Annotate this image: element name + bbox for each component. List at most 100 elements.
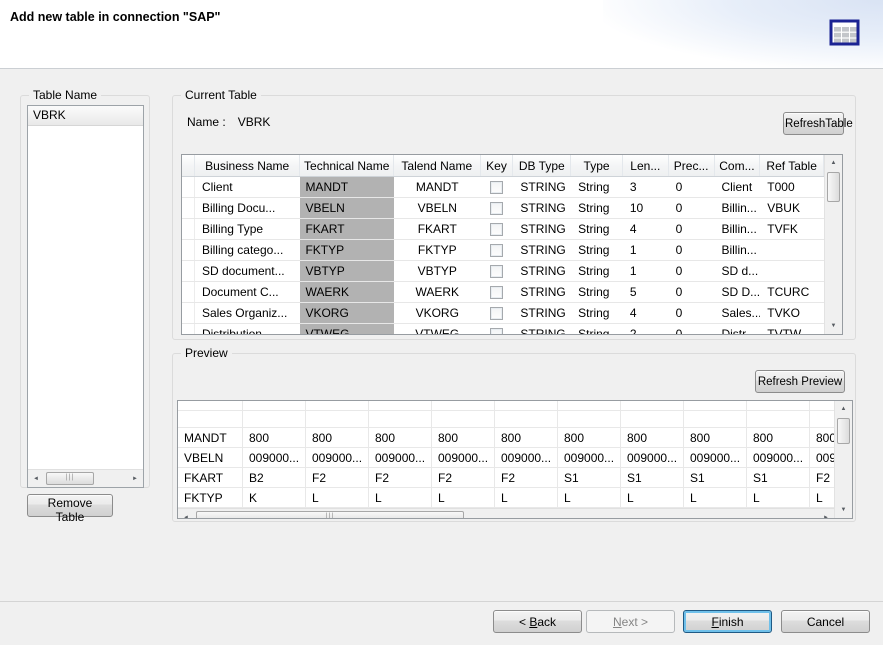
remove-table-button[interactable]: Remove Table <box>27 494 113 517</box>
table-name-group-label: Table Name <box>29 88 101 102</box>
cell-business-name: Sales Organiz... <box>195 303 301 323</box>
key-checkbox[interactable] <box>490 328 503 335</box>
cell-length: 10 <box>623 198 669 218</box>
preview-cell: 800 <box>558 428 621 447</box>
column-header-ref-table[interactable]: Ref Table <box>760 155 824 176</box>
current-table-vscrollbar[interactable]: ▲ ▼ <box>824 155 842 334</box>
preview-row[interactable]: VBELN 009000... 009000... 009000... 0090… <box>178 448 834 468</box>
preview-cell: F2 <box>495 468 558 487</box>
table-name-list-item[interactable]: VBRK <box>28 106 143 126</box>
table-list-hscrollbar[interactable]: ◄ ||| ► <box>28 469 143 487</box>
preview-cell: 009000... <box>621 448 684 467</box>
column-header-precision[interactable]: Prec... <box>669 155 715 176</box>
column-header-talend-name[interactable]: Talend Name <box>394 155 481 176</box>
preview-cell: L <box>621 488 684 507</box>
preview-cell: 800 <box>747 428 810 447</box>
next-label-rest: ext > <box>622 615 648 629</box>
cell-technical-name: VBELN <box>300 198 394 218</box>
cell-key <box>481 219 514 239</box>
table-name-group: Table Name VBRK ◄ ||| ► <box>20 95 150 488</box>
row-header-cell <box>182 219 195 239</box>
table-row[interactable]: Billing catego... FKTYP FKTYP STRING Str… <box>182 240 824 261</box>
key-checkbox[interactable] <box>490 244 503 257</box>
preview-vscrollbar[interactable]: ▲ ▼ <box>834 401 852 518</box>
cell-comment: Billin... <box>714 198 760 218</box>
scroll-down-icon[interactable]: ▼ <box>825 318 842 334</box>
preview-cell: 800 <box>684 428 747 447</box>
cell-comment: SD d... <box>714 261 760 281</box>
preview-empty-row <box>178 411 834 428</box>
table-row[interactable]: Billing Docu... VBELN VBELN STRING Strin… <box>182 198 824 219</box>
vscrollbar-thumb[interactable] <box>837 418 850 444</box>
table-name-list[interactable]: VBRK ◄ ||| ► <box>27 105 144 488</box>
footer-separator <box>0 601 883 602</box>
cell-db-type: STRING <box>513 303 571 323</box>
table-row[interactable]: Document C... WAERK WAERK STRING String … <box>182 282 824 303</box>
table-row[interactable]: Client MANDT MANDT STRING String 3 0 Cli… <box>182 177 824 198</box>
column-header-db-type[interactable]: DB Type <box>513 155 571 176</box>
cell-db-type: STRING <box>513 240 571 260</box>
cell-precision: 0 <box>669 198 715 218</box>
column-header-length[interactable]: Len... <box>623 155 669 176</box>
preview-row[interactable]: MANDT 800 800 800 800 800 800 800 800 80… <box>178 428 834 448</box>
preview-cell: L <box>432 488 495 507</box>
vscrollbar-thumb[interactable] <box>827 172 840 202</box>
key-checkbox[interactable] <box>490 307 503 320</box>
cell-comment: Billin... <box>714 219 760 239</box>
cell-ref-table <box>760 261 824 281</box>
key-checkbox[interactable] <box>490 265 503 278</box>
preview-row[interactable]: FKART B2 F2 F2 F2 F2 S1 S1 S1 S1 F2 <box>178 468 834 488</box>
preview-cell: 009000... <box>684 448 747 467</box>
key-checkbox[interactable] <box>490 202 503 215</box>
key-checkbox[interactable] <box>490 286 503 299</box>
hscrollbar-thumb[interactable]: ||| <box>46 472 94 485</box>
scroll-right-icon[interactable]: ► <box>127 470 143 487</box>
finish-button[interactable]: Finish <box>683 610 772 633</box>
column-header-key[interactable]: Key <box>481 155 514 176</box>
scroll-up-icon[interactable]: ▲ <box>835 401 852 417</box>
refresh-table-button[interactable]: RefreshTable <box>783 112 844 135</box>
preview-cell: S1 <box>621 468 684 487</box>
scroll-left-icon[interactable]: ◄ <box>28 470 44 487</box>
cell-business-name: Billing Type <box>195 219 301 239</box>
refresh-preview-button[interactable]: Refresh Preview <box>755 370 845 393</box>
column-header-technical-name[interactable]: Technical Name <box>300 155 394 176</box>
preview-cell: 800 <box>432 428 495 447</box>
cell-type: String <box>571 240 623 260</box>
cell-db-type: STRING <box>513 282 571 302</box>
preview-group-label: Preview <box>181 346 232 360</box>
table-row[interactable]: Distribution ... VTWEG VTWEG STRING Stri… <box>182 324 824 334</box>
scroll-up-icon[interactable]: ▲ <box>825 155 842 171</box>
preview-cell: 009000... <box>747 448 810 467</box>
scroll-right-icon[interactable]: ► <box>818 509 834 518</box>
column-header-business-name[interactable]: Business Name <box>195 155 300 176</box>
cell-precision: 0 <box>669 177 715 197</box>
table-row[interactable]: SD document... VBTYP VBTYP STRING String… <box>182 261 824 282</box>
table-row[interactable]: Sales Organiz... VKORG VKORG STRING Stri… <box>182 303 824 324</box>
next-button[interactable]: Next > <box>586 610 675 633</box>
table-row[interactable]: Billing Type FKART FKART STRING String 4… <box>182 219 824 240</box>
row-header-cell <box>182 303 195 323</box>
column-header-comment[interactable]: Com... <box>715 155 761 176</box>
preview-cell: L <box>810 488 834 507</box>
row-header-cell <box>182 282 195 302</box>
cell-technical-name: WAERK <box>300 282 394 302</box>
preview-row[interactable]: FKTYP K L L L L L L L L L <box>178 488 834 508</box>
scroll-left-icon[interactable]: ◄ <box>178 509 194 518</box>
table-name-value: VBRK <box>238 115 271 129</box>
cancel-button[interactable]: Cancel <box>781 610 870 633</box>
key-checkbox[interactable] <box>490 181 503 194</box>
cell-talend-name: WAERK <box>394 282 481 302</box>
preview-hscrollbar[interactable]: ◄ ||| ► <box>178 508 834 518</box>
preview-row-label: MANDT <box>178 428 243 447</box>
hscrollbar-thumb[interactable]: ||| <box>196 511 464 518</box>
column-header-type[interactable]: Type <box>571 155 623 176</box>
back-button[interactable]: < Back <box>493 610 582 633</box>
preview-row-label: FKART <box>178 468 243 487</box>
table-grid-icon <box>829 19 861 47</box>
cell-length: 4 <box>623 303 669 323</box>
scroll-down-icon[interactable]: ▼ <box>835 502 852 518</box>
current-table-grid: Business Name Technical Name Talend Name… <box>182 155 824 334</box>
key-checkbox[interactable] <box>490 223 503 236</box>
cell-type: String <box>571 261 623 281</box>
